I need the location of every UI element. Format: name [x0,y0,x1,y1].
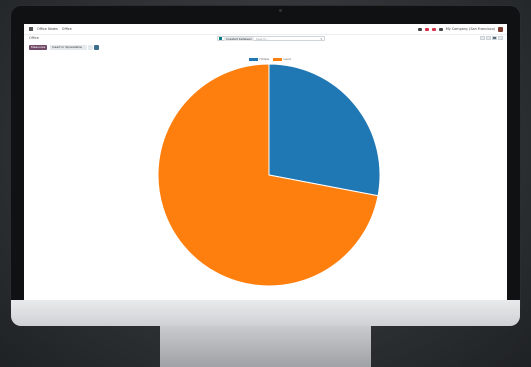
pie-chart [157,63,381,287]
monitor-stand [160,326,371,367]
pie-slice-hotels[interactable] [268,63,381,197]
camera-icon [279,9,282,12]
screen: Office Notes Office My Company (San Fran… [24,24,507,300]
monitor-chin [11,300,520,326]
